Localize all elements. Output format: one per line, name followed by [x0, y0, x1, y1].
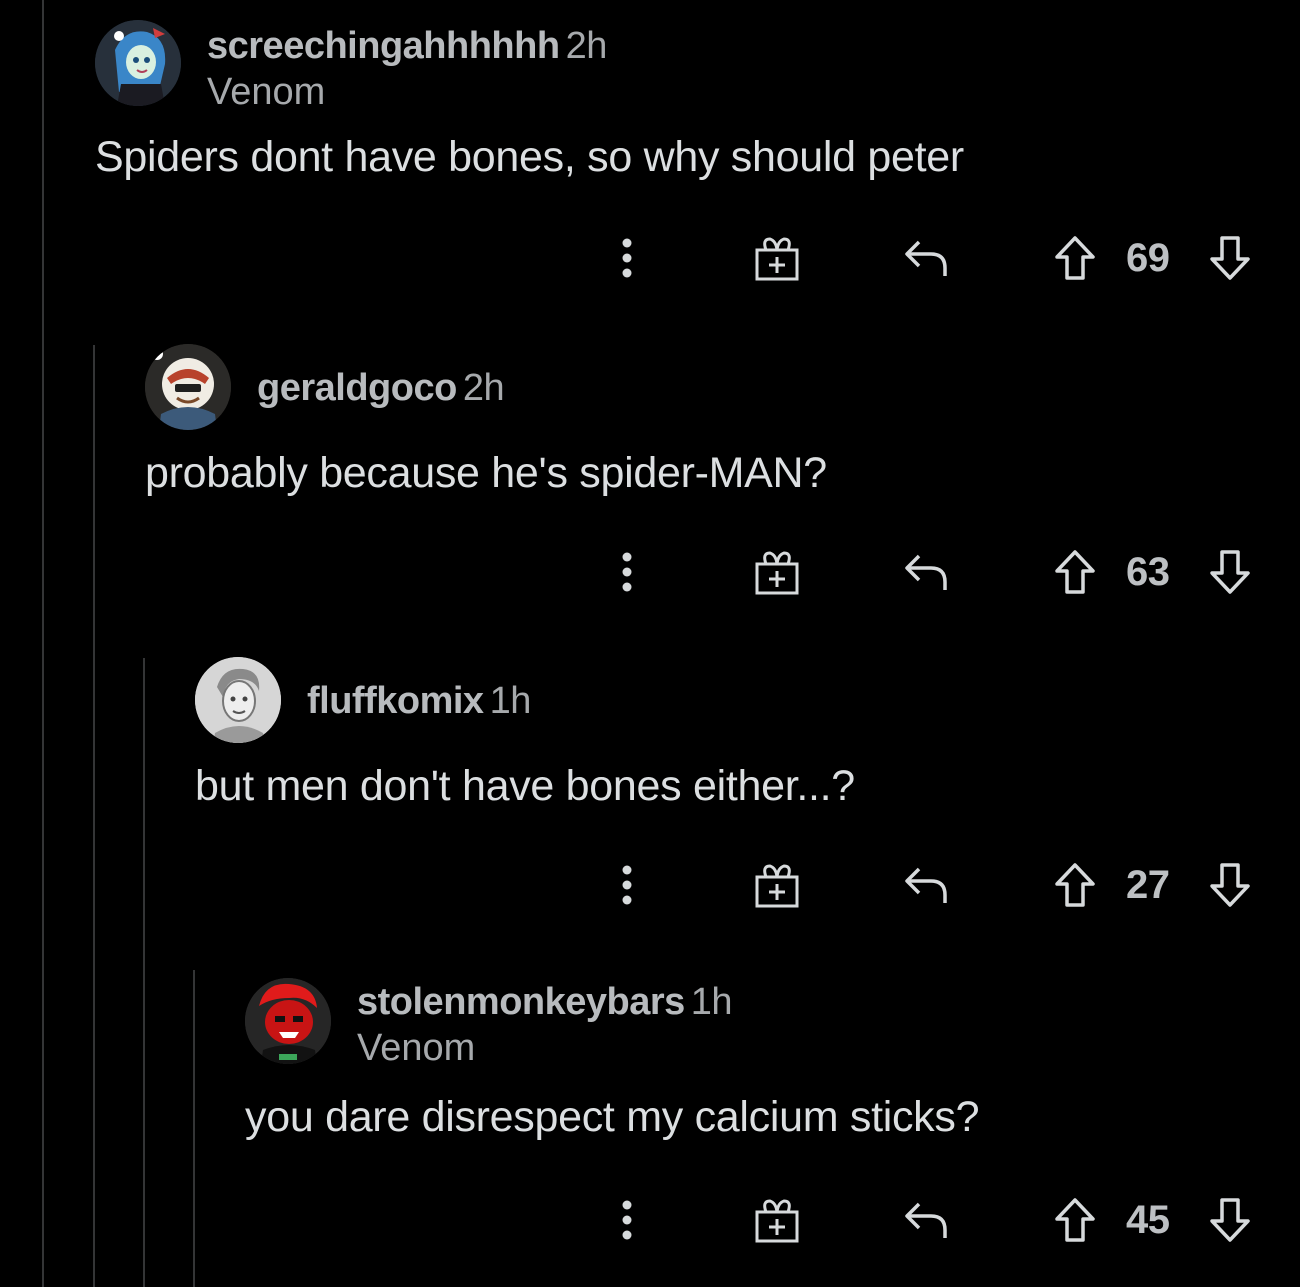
comment-header: screechingahhhhhh 2h Venom: [95, 20, 1300, 113]
reply-arrow-icon: [905, 1202, 947, 1238]
avatar[interactable]: [145, 344, 231, 430]
more-vertical-icon: [622, 865, 632, 905]
vote-score: 63: [1126, 550, 1170, 594]
comment-meta: screechingahhhhhh 2h Venom: [207, 22, 607, 114]
downvote-button[interactable]: [1205, 1190, 1255, 1250]
username[interactable]: fluffkomix: [307, 680, 484, 722]
more-button[interactable]: [607, 855, 647, 915]
more-vertical-icon: [622, 552, 632, 592]
comment: stolenmonkeybars 1h Venom you dare disres…: [245, 978, 1300, 1278]
more-button[interactable]: [607, 542, 647, 602]
thread-line-level-3[interactable]: [193, 970, 195, 1287]
downvote-button[interactable]: [1205, 228, 1255, 288]
more-button[interactable]: [607, 228, 647, 288]
downvote-arrow-icon: [1210, 236, 1250, 280]
comment-actions: 45: [245, 1190, 1255, 1250]
more-vertical-icon: [622, 238, 632, 278]
comment-header: stolenmonkeybars 1h Venom: [245, 978, 1300, 1070]
reply-arrow-icon: [905, 554, 947, 590]
comment-actions: 27: [195, 855, 1255, 915]
downvote-arrow-icon: [1210, 1198, 1250, 1242]
downvote-button[interactable]: [1205, 542, 1255, 602]
gift-award-icon: [755, 551, 799, 595]
user-flair: Venom: [207, 71, 326, 113]
comment-meta: stolenmonkeybars 1h Venom: [357, 978, 733, 1070]
comment-body: probably because he's spider-MAN?: [145, 449, 827, 497]
downvote-arrow-icon: [1210, 550, 1250, 594]
upvote-button[interactable]: [1050, 228, 1100, 288]
timestamp: 2h: [462, 367, 505, 409]
comment-header: fluffkomix 1h: [195, 657, 1300, 747]
comment-body: Spiders dont have bones, so why should p…: [95, 133, 964, 181]
reply-button[interactable]: [898, 1190, 954, 1250]
username[interactable]: stolenmonkeybars: [357, 981, 685, 1023]
vote-score: 27: [1126, 863, 1170, 907]
upvote-arrow-icon: [1055, 550, 1095, 594]
upvote-button[interactable]: [1050, 542, 1100, 602]
vote-score: 69: [1126, 236, 1170, 280]
avatar[interactable]: [195, 657, 281, 743]
comment: screechingahhhhhh 2h Venom Spiders dont h…: [95, 20, 1300, 310]
avatar[interactable]: [95, 20, 181, 106]
comment: geraldgoco 2h probably because he's spide…: [145, 344, 1300, 624]
upvote-arrow-icon: [1055, 236, 1095, 280]
thread-line-level-1[interactable]: [93, 345, 95, 1287]
comment-meta: geraldgoco 2h: [257, 364, 505, 412]
comment-body: you dare disrespect my calcium sticks?: [245, 1093, 980, 1141]
avatar[interactable]: [245, 978, 331, 1064]
timestamp: 1h: [690, 981, 733, 1023]
reply-button[interactable]: [898, 228, 954, 288]
gift-award-icon: [755, 1199, 799, 1243]
comment-actions: 63: [145, 542, 1255, 602]
gift-award-icon: [755, 864, 799, 908]
reply-button[interactable]: [898, 542, 954, 602]
username[interactable]: geraldgoco: [257, 367, 457, 409]
vote-score: 45: [1126, 1198, 1170, 1242]
comment-body: but men don't have bones either...?: [195, 762, 855, 810]
more-vertical-icon: [622, 1200, 632, 1240]
reply-arrow-icon: [905, 867, 947, 903]
thread-line-level-2[interactable]: [143, 658, 145, 1287]
upvote-arrow-icon: [1055, 1198, 1095, 1242]
upvote-arrow-icon: [1055, 863, 1095, 907]
comment: fluffkomix 1h but men don't have bones ei…: [195, 657, 1300, 937]
upvote-button[interactable]: [1050, 855, 1100, 915]
thread-line-level-0[interactable]: [42, 0, 44, 1287]
downvote-button[interactable]: [1205, 855, 1255, 915]
comment-meta: fluffkomix 1h: [307, 677, 531, 725]
award-button[interactable]: [747, 1190, 807, 1250]
username[interactable]: screechingahhhhhh: [207, 25, 560, 67]
comment-header: geraldgoco 2h: [145, 344, 1300, 434]
timestamp: 2h: [565, 25, 608, 67]
award-button[interactable]: [747, 228, 807, 288]
downvote-arrow-icon: [1210, 863, 1250, 907]
reply-button[interactable]: [898, 855, 954, 915]
gift-award-icon: [755, 237, 799, 281]
user-flair: Venom: [357, 1027, 476, 1069]
award-button[interactable]: [747, 542, 807, 602]
upvote-button[interactable]: [1050, 1190, 1100, 1250]
timestamp: 1h: [489, 680, 532, 722]
more-button[interactable]: [607, 1190, 647, 1250]
reply-arrow-icon: [905, 240, 947, 276]
award-button[interactable]: [747, 855, 807, 915]
comment-actions: 69: [95, 228, 1255, 288]
